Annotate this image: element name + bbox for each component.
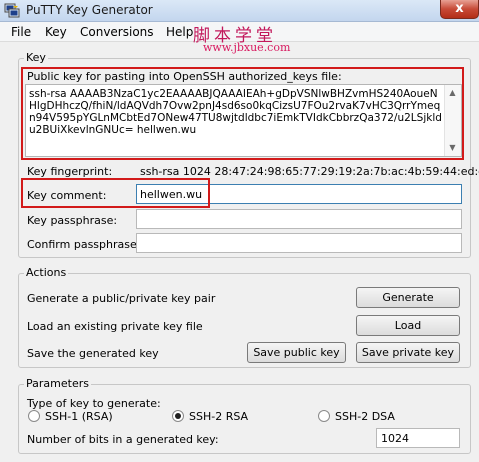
bits-input[interactable] [377, 429, 459, 447]
generate-label: Generate a public/private key pair [27, 292, 216, 305]
confirm-passphrase-input[interactable] [137, 234, 461, 252]
load-label: Load an existing private key file [27, 320, 203, 333]
save-private-key-button[interactable]: Save private key [356, 342, 460, 363]
passphrase-field[interactable] [136, 209, 462, 229]
menu-key[interactable]: Key [45, 25, 67, 39]
fingerprint-value: ssh-rsa 1024 28:47:24:98:65:77:29:19:2a:… [140, 165, 479, 178]
generate-button[interactable]: Generate [356, 287, 460, 308]
window-title: PuTTY Key Generator [26, 3, 153, 17]
passphrase-label: Key passphrase: [27, 214, 118, 227]
save-label: Save the generated key [27, 347, 159, 360]
watermark-url: www.jbxue.com [203, 41, 291, 54]
load-button[interactable]: Load [356, 315, 460, 336]
radio-ssh1-rsa-label[interactable]: SSH-1 (RSA) [45, 410, 113, 423]
key-comment-highlight [21, 178, 210, 208]
confirm-passphrase-field[interactable] [136, 233, 462, 253]
actions-group-title: Actions [24, 266, 69, 279]
radio-ssh2-dsa[interactable] [318, 410, 330, 422]
menu-conversions[interactable]: Conversions [80, 25, 154, 39]
radio-ssh1-rsa[interactable] [28, 410, 40, 422]
confirm-passphrase-label: Confirm passphrase: [27, 238, 141, 251]
public-key-highlight [21, 67, 464, 160]
key-type-label: Type of key to generate: [27, 397, 161, 410]
menu-help[interactable]: Help [166, 25, 193, 39]
radio-ssh2-rsa[interactable] [172, 410, 184, 422]
radio-ssh2-dsa-label[interactable]: SSH-2 DSA [335, 410, 395, 423]
putty-app-icon [4, 3, 20, 18]
close-button[interactable]: x [440, 0, 479, 19]
parameters-group-title: Parameters [24, 377, 91, 390]
bits-label: Number of bits in a generated key: [27, 433, 219, 446]
fingerprint-label: Key fingerprint: [27, 165, 113, 178]
radio-ssh2-rsa-label[interactable]: SSH-2 RSA [189, 410, 248, 423]
key-group-title: Key [24, 51, 48, 64]
passphrase-input[interactable] [137, 210, 461, 228]
save-public-key-button[interactable]: Save public key [247, 342, 346, 363]
menu-file[interactable]: File [11, 25, 31, 39]
bits-field[interactable] [376, 428, 460, 448]
